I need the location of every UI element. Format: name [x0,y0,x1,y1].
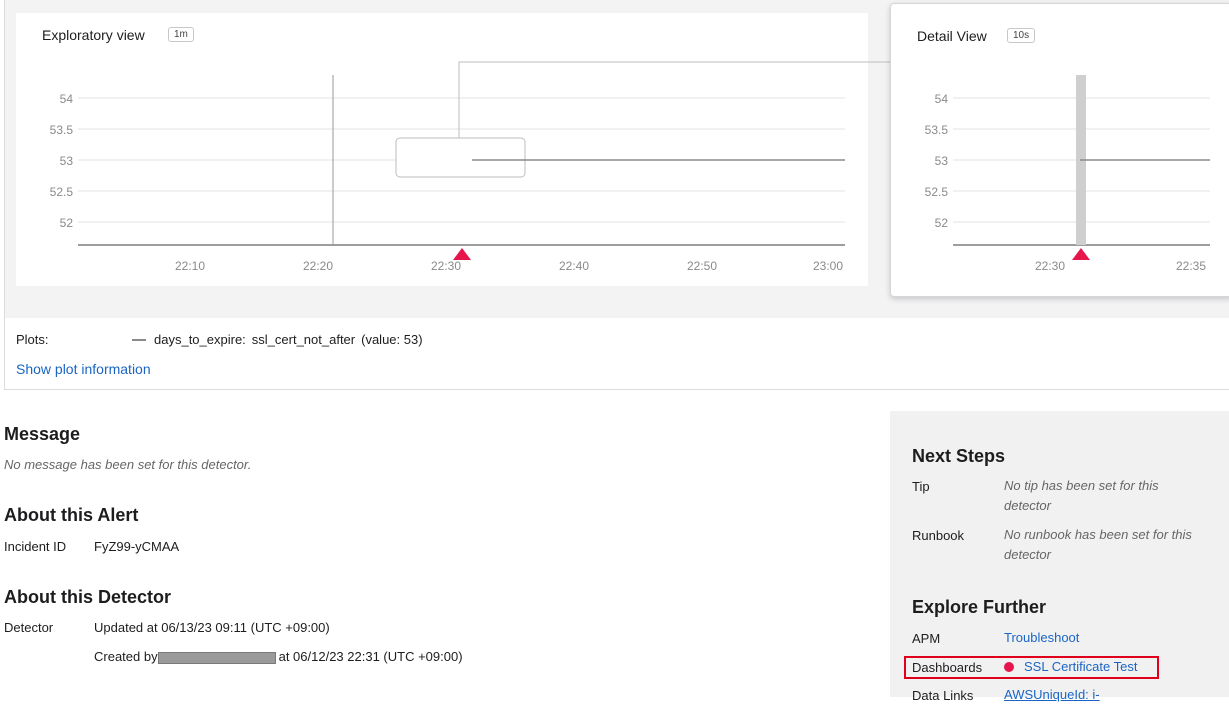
created-by-prefix: Created by [94,649,158,664]
plots-section [4,318,1229,390]
show-plot-information-link[interactable]: Show plot information [16,361,151,377]
tip-text: No tip has been set for this detector [1004,478,1159,513]
legend-swatch [132,338,146,341]
tip-label: Tip [912,479,930,494]
explore-ytick: 52.5 [50,185,74,199]
detail-xtick: 22:30 [1035,259,1065,273]
detail-ytick: 53 [935,154,949,168]
message-text: No message has been set for this detecto… [4,457,252,472]
about-detector-heading: About this Detector [4,587,172,607]
plot-signal-name: ssl_cert_not_after [251,332,356,347]
message-heading: Message [4,424,81,444]
aws-unique-id-link[interactable]: AWSUniqueId: i- [1004,685,1224,705]
runbook-text: No runbook has been set for this detecto… [1004,527,1192,562]
exploratory-alert-marker [453,248,471,260]
next-steps-heading: Next Steps [912,446,1006,466]
detector-updated: Updated at 06/13/23 09:11 (UTC +09:00) [94,620,330,635]
apm-label: APM [912,631,941,646]
zoom-connector-line [458,61,890,138]
plot-value: (value: 53) [361,332,423,347]
incident-id-label: Incident ID [4,539,67,554]
zoom-window [395,137,526,178]
explore-xtick: 22:40 [559,259,589,273]
explore-xtick: 23:00 [813,259,843,273]
explore-xtick: 22:30 [431,259,461,273]
explore-xtick: 22:20 [303,259,333,273]
plot-metric-name: days_to_expire: [154,332,246,347]
troubleshoot-link[interactable]: Troubleshoot [1004,628,1224,648]
plots-label: Plots: [16,332,49,347]
explore-xtick: 22:50 [687,259,717,273]
created-at-suffix: at 06/12/23 22:31 (UTC +09:00) [278,649,463,664]
detail-chart-svg: 54 53.5 53 52.5 52 22:30 22:35 [925,75,1210,273]
explore-ytick: 52 [60,216,74,230]
explore-ytick: 54 [60,92,74,106]
detail-ytick: 54 [935,92,949,106]
about-alert-heading: About this Alert [4,505,139,525]
plot-legend-item: days_to_expire: ssl_cert_not_after (valu… [132,332,423,347]
explore-ytick: 53.5 [50,123,74,137]
detail-ytick: 53.5 [925,123,949,137]
explore-ytick: 53 [60,154,74,168]
detail-ytick: 52 [935,216,949,230]
detail-alert-marker [1072,248,1090,260]
detail-xtick: 22:35 [1176,259,1206,273]
detail-ytick: 52.5 [925,185,949,199]
explore-xtick: 22:10 [175,259,205,273]
explore-further-heading: Explore Further [912,597,1047,617]
detector-label: Detector [4,620,54,635]
runbook-label: Runbook [912,528,965,543]
incident-id-value: FyZ99-yCMAA [94,539,180,554]
data-links-label: Data Links [912,688,974,703]
highlight-box [904,656,1159,679]
redacted-username [157,651,276,664]
detector-created: Created by at 06/12/23 22:31 (UTC +09:00) [94,649,463,664]
